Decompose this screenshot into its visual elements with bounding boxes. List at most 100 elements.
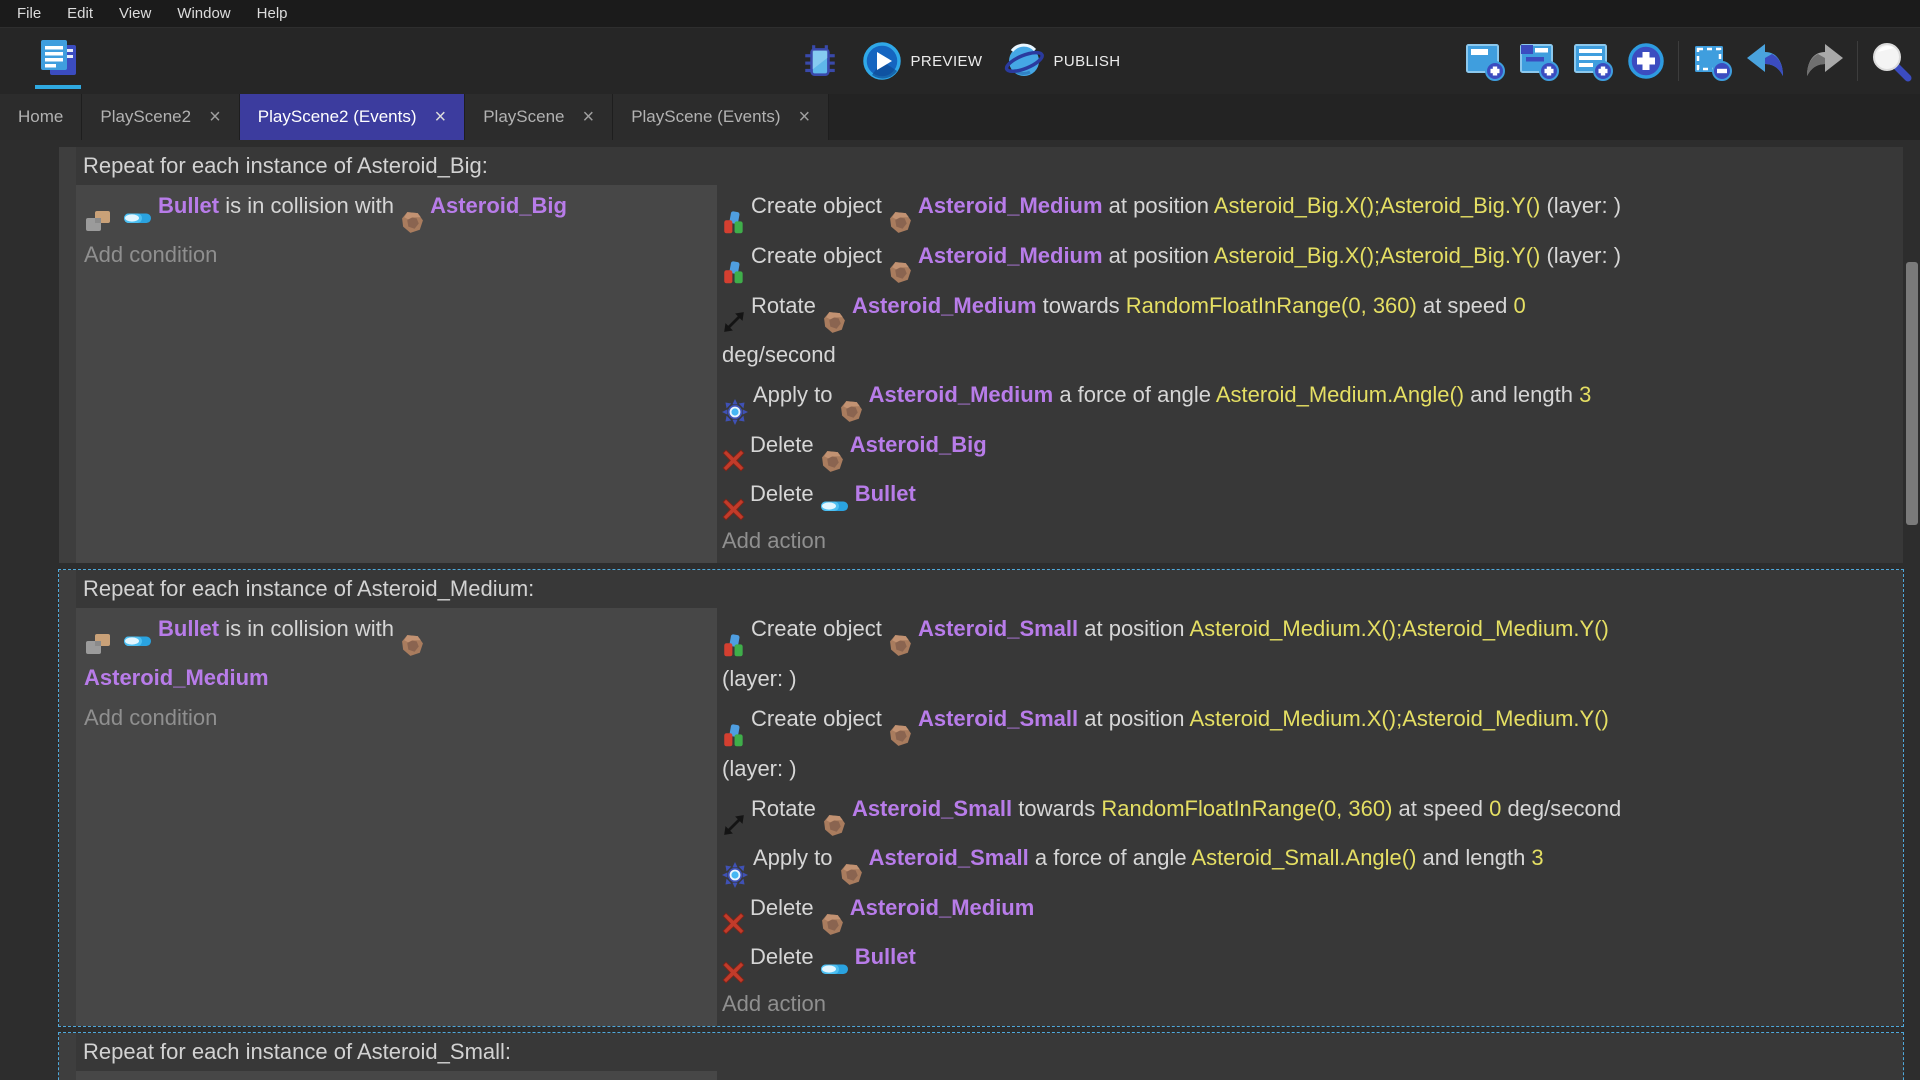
asteroid-icon <box>820 449 845 474</box>
expression-text: Asteroid_Big.X();Asteroid_Big.Y() <box>1214 243 1540 268</box>
sentence-text: at position <box>1078 706 1189 731</box>
event-content: Repeat for each instance of Asteroid_Big… <box>76 147 1903 563</box>
conditions-column: Bullet is in collision with Asteroid_Med… <box>76 608 717 1026</box>
collision-icon <box>84 633 118 656</box>
event-drag-handle[interactable] <box>59 1033 76 1080</box>
expression-text: Asteroid_Small.Angle() <box>1191 845 1416 870</box>
menu-item-file[interactable]: File <box>4 0 54 27</box>
asteroid-icon <box>888 210 913 235</box>
create-icon <box>722 723 746 749</box>
condition-row[interactable]: Bullet is in collision with Asteroid_Big <box>84 186 711 235</box>
delete-icon <box>722 912 745 935</box>
conditions-column: Bullet is in collision with Asteroid_Sma… <box>76 1071 717 1080</box>
preview-button[interactable]: PREVIEW <box>862 41 983 81</box>
sentence-text: deg/second <box>722 342 836 367</box>
event-sheet: Repeat for each instance of Asteroid_Big… <box>0 140 1920 1080</box>
object-name: Asteroid_Small <box>918 616 1078 641</box>
object-name: Asteroid_Big <box>430 193 567 218</box>
add-event-choose-icon[interactable] <box>1626 41 1666 81</box>
debug-icon[interactable] <box>800 41 840 81</box>
sentence-text: at speed <box>1392 796 1489 821</box>
action-row[interactable]: Delete Asteroid_Big <box>722 425 1899 474</box>
sentence-text: Create object <box>751 706 888 731</box>
action-row[interactable]: Rotate Asteroid_Small towards RandomFloa… <box>722 789 1899 838</box>
create-icon <box>722 260 746 286</box>
gdevelop-window: FileEditViewWindowHelp PREVIEW PUBLISH H… <box>0 0 1920 1080</box>
add-action-button[interactable]: Add action <box>722 521 1899 561</box>
action-row[interactable]: Delete Bullet <box>722 474 1899 521</box>
action-row[interactable]: Apply to Asteroid_Medium a force of angl… <box>722 375 1899 425</box>
action-row[interactable]: Delete Asteroid_Medium <box>722 888 1899 937</box>
bullet-icon <box>820 961 850 977</box>
collision-icon <box>84 210 118 233</box>
tab-playscene-events[interactable]: PlayScene (Events)× <box>613 94 829 140</box>
action-row[interactable]: Create object Asteroid_Medium at positio… <box>722 236 1899 286</box>
sentence-text: a force of angle <box>1053 382 1216 407</box>
sentence-text: Delete <box>750 432 820 457</box>
event-drag-handle[interactable] <box>59 147 76 563</box>
action-row[interactable]: Create object Asteroid_Small at position… <box>722 699 1899 789</box>
toolbar-separator <box>1678 41 1679 81</box>
tab-playscene2-events[interactable]: PlayScene2 (Events)× <box>240 94 465 140</box>
add-subevent-icon[interactable] <box>1518 41 1560 81</box>
sentence-text: Apply to <box>753 845 839 870</box>
add-condition-button[interactable]: Add condition <box>84 235 711 275</box>
tab-close-icon[interactable]: × <box>209 107 221 127</box>
event-drag-handle[interactable] <box>59 570 76 1026</box>
action-row[interactable]: Create object Asteroid_Small at position… <box>722 609 1899 699</box>
tab-home[interactable]: Home <box>0 94 82 140</box>
sentence-text: a force of angle <box>1029 845 1192 870</box>
condition-row[interactable]: Bullet is in collision with Asteroid_Med… <box>84 609 711 698</box>
redo-icon[interactable] <box>1801 42 1845 80</box>
tab-close-icon[interactable]: × <box>798 107 810 127</box>
add-event-icon[interactable] <box>1464 41 1506 81</box>
event-block-1[interactable]: Repeat for each instance of Asteroid_Med… <box>58 569 1904 1027</box>
expression-text: Asteroid_Medium.X();Asteroid_Medium.Y() <box>1189 616 1608 641</box>
event-content: Repeat for each instance of Asteroid_Sma… <box>76 1033 1903 1080</box>
rotate-icon <box>722 813 746 837</box>
event-content: Repeat for each instance of Asteroid_Med… <box>76 570 1903 1026</box>
menu-item-edit[interactable]: Edit <box>54 0 106 27</box>
sentence-text: towards <box>1037 293 1126 318</box>
event-header[interactable]: Repeat for each instance of Asteroid_Big… <box>76 147 1903 185</box>
undo-icon[interactable] <box>1745 42 1789 80</box>
add-condition-button[interactable]: Add condition <box>84 698 711 738</box>
add-action-button[interactable]: Add action <box>722 984 1899 1024</box>
tab-playscene[interactable]: PlayScene× <box>465 94 613 140</box>
action-row[interactable]: Rotate Asteroid_Medium towards RandomFlo… <box>722 286 1899 375</box>
action-row[interactable]: Delete Bullet <box>722 937 1899 984</box>
expression-text: RandomFloatInRange(0, 360) <box>1101 796 1392 821</box>
menu-item-window[interactable]: Window <box>164 0 243 27</box>
object-name: Asteroid_Medium <box>850 895 1035 920</box>
tab-label: Home <box>18 107 63 127</box>
publish-button[interactable]: PUBLISH <box>1004 41 1120 81</box>
sentence-text: towards <box>1012 796 1101 821</box>
menu-item-help[interactable]: Help <box>244 0 301 27</box>
bullet-icon <box>123 633 153 649</box>
sentence-text: at speed <box>1417 293 1514 318</box>
conditions-column: Bullet is in collision with Asteroid_Big… <box>76 185 717 563</box>
action-row[interactable]: Create object Asteroid_Medium at positio… <box>722 186 1899 236</box>
scrollbar-thumb[interactable] <box>1906 262 1918 525</box>
tab-bar: HomePlayScene2×PlayScene2 (Events)×PlayS… <box>0 94 1920 140</box>
tab-close-icon[interactable]: × <box>583 107 595 127</box>
object-name: Asteroid_Medium <box>869 382 1054 407</box>
expression-text: 0 <box>1489 796 1501 821</box>
event-block-0[interactable]: Repeat for each instance of Asteroid_Big… <box>58 146 1904 564</box>
remove-selection-icon[interactable] <box>1691 41 1733 81</box>
condition-row[interactable]: Bullet is in collision with Asteroid_Sma… <box>84 1072 711 1080</box>
asteroid-icon <box>839 399 864 424</box>
publish-icon <box>1004 41 1044 81</box>
add-comment-icon[interactable] <box>1572 41 1614 81</box>
action-row[interactable]: Apply to Asteroid_Small a force of angle… <box>722 838 1899 888</box>
event-block-2[interactable]: Repeat for each instance of Asteroid_Sma… <box>58 1032 1904 1080</box>
delete-icon <box>722 498 745 521</box>
menu-item-view[interactable]: View <box>106 0 164 27</box>
tab-close-icon[interactable]: × <box>435 107 447 127</box>
action-row[interactable]: Delete Asteroid_Small <box>722 1072 1899 1080</box>
event-header[interactable]: Repeat for each instance of Asteroid_Sma… <box>76 1033 1903 1071</box>
tab-playscene2[interactable]: PlayScene2× <box>82 94 239 140</box>
search-icon[interactable] <box>1870 40 1912 82</box>
event-header[interactable]: Repeat for each instance of Asteroid_Med… <box>76 570 1903 608</box>
expression-text: Asteroid_Big.X();Asteroid_Big.Y() <box>1214 193 1540 218</box>
